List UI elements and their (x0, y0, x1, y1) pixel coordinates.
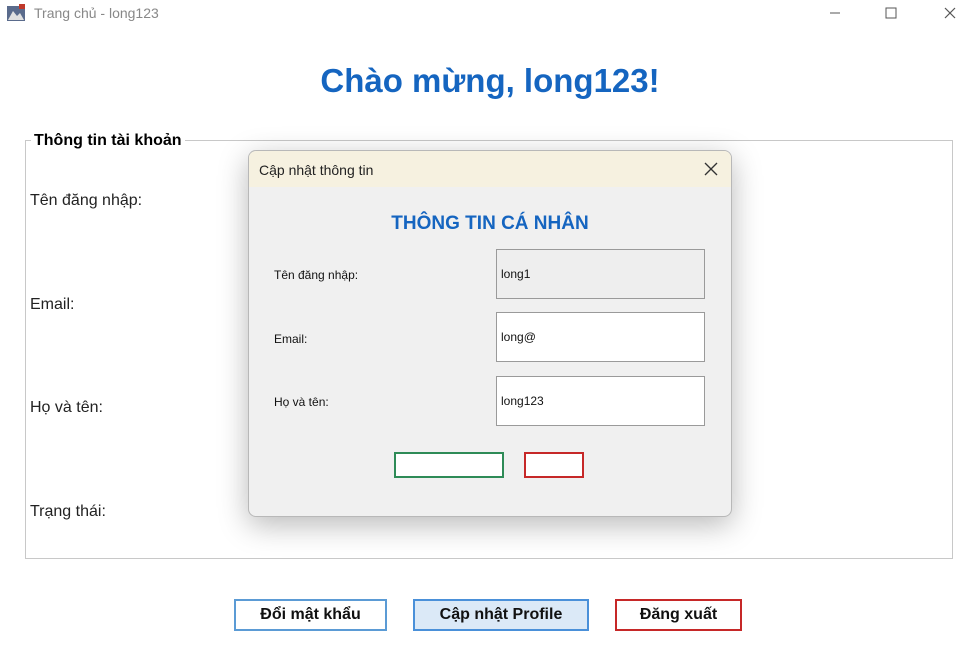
dialog-fullname-label: Họ và tên: (274, 395, 329, 409)
dialog-title: Cập nhật thông tin (259, 162, 374, 178)
window-titlebar: Trang chủ - long123 (0, 0, 973, 26)
logout-button[interactable]: Đăng xuất (615, 599, 742, 631)
close-icon (704, 162, 718, 176)
account-info-group-title: Thông tin tài khoản (31, 132, 185, 150)
username-label: Tên đăng nhập: (30, 192, 143, 209)
minimize-button[interactable] (812, 0, 858, 26)
dialog-close-button[interactable] (691, 151, 731, 187)
dialog-username-field[interactable] (496, 249, 705, 299)
dialog-fullname-field[interactable] (496, 376, 705, 426)
dialog-save-button[interactable] (394, 452, 504, 478)
update-info-dialog: Cập nhật thông tin THÔNG TIN CÁ NHÂN Tên… (248, 150, 732, 517)
app-window-icon (7, 4, 25, 21)
close-button[interactable] (927, 0, 973, 26)
dialog-username-label: Tên đăng nhập: (274, 268, 359, 282)
email-label: Email: (30, 296, 75, 313)
status-label: Trạng thái: (30, 503, 106, 520)
maximize-icon (885, 7, 897, 19)
change-password-button[interactable]: Đổi mật khẩu (234, 599, 387, 631)
close-icon (944, 7, 956, 19)
maximize-button[interactable] (868, 0, 914, 26)
welcome-title: Chào mừng, long123! (320, 62, 660, 99)
dialog-email-field[interactable] (496, 312, 705, 362)
dialog-heading: THÔNG TIN CÁ NHÂN (391, 213, 589, 234)
dialog-email-label: Email: (274, 332, 308, 346)
fullname-label: Họ và tên: (30, 399, 103, 416)
dialog-cancel-button[interactable] (524, 452, 584, 478)
minimize-icon (830, 12, 840, 14)
dialog-titlebar: Cập nhật thông tin (249, 151, 731, 187)
update-profile-button[interactable]: Cập nhật Profile (413, 599, 589, 631)
window-title: Trang chủ - long123 (34, 5, 159, 21)
